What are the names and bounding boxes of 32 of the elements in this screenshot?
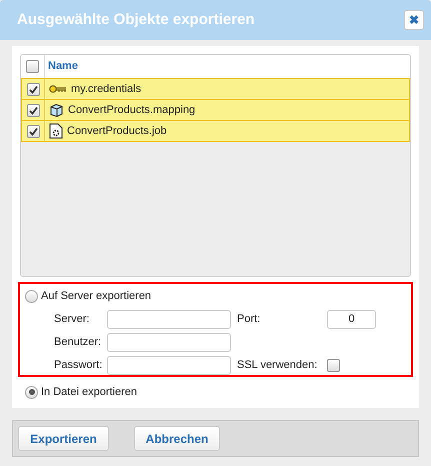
field-label: Benutzer: [54,334,102,350]
checkbox[interactable] [26,124,40,138]
dialog-button[interactable]: Abbrechen [134,426,220,451]
radio-label: Auf Server exportieren [41,289,152,304]
checkbox[interactable] [26,82,40,96]
table-row[interactable]: ConvertProducts.mapping [21,99,410,121]
cube-icon [49,102,64,118]
column-header[interactable]: Name [45,55,78,78]
input-field[interactable] [107,332,231,352]
radio-label: In Datei exportieren [41,385,137,400]
checkbox[interactable] [26,60,39,73]
input-field[interactable] [107,310,231,328]
key-icon [49,84,67,94]
file-name: my.credentials [71,82,142,97]
table-row[interactable]: ConvertProducts.job [21,120,410,142]
close-button[interactable]: ✖ [404,10,424,30]
checkbox[interactable] [26,104,40,116]
radio-button[interactable] [25,290,38,303]
field-label: Server: [54,312,90,327]
field-label: Passwort: [54,358,104,373]
radio-button[interactable] [25,386,38,399]
input-field[interactable] [107,356,231,374]
field-label: SSL verwenden: [237,358,318,373]
table-row[interactable]: my.credentials [21,78,410,100]
field-label: Port: [237,312,262,327]
input-field[interactable]: 0 [327,310,376,328]
dialog-button[interactable]: Exportieren [18,426,109,451]
checkbox[interactable] [327,358,340,372]
file-name: ConvertProducts.job [67,124,167,139]
file-name: ConvertProducts.mapping [68,102,196,118]
window-title: Ausgewählte Objekte exportieren [17,10,255,30]
document-gear-icon [49,123,63,139]
